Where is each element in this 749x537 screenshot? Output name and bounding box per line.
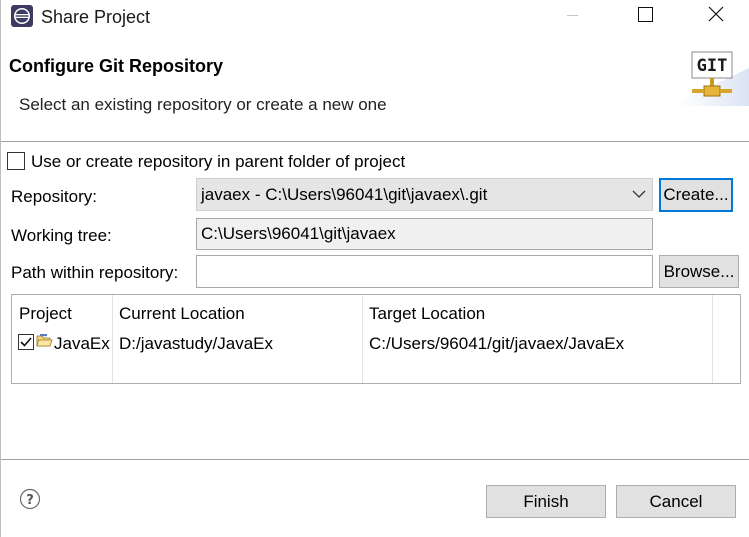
close-button[interactable] xyxy=(692,0,738,32)
browse-button[interactable]: Browse... xyxy=(659,255,739,288)
cell-project: JavaEx xyxy=(54,334,110,353)
page-description: Select an existing repository or create … xyxy=(19,95,387,114)
chevron-down-icon xyxy=(632,190,646,198)
cell-current-location: D:/javastudy/JavaEx xyxy=(119,334,274,353)
column-divider xyxy=(362,295,363,383)
project-table[interactable]: Project Current Location Target Location… xyxy=(11,294,741,384)
maximize-button[interactable] xyxy=(622,0,668,32)
svg-text:GIT: GIT xyxy=(697,56,728,76)
path-within-repository-input[interactable] xyxy=(196,255,653,288)
working-tree-field: C:\Users\96041\git\javaex xyxy=(196,218,653,250)
help-icon[interactable]: ? xyxy=(19,488,41,510)
share-project-dialog: Share Project Configure Git Repository S… xyxy=(0,0,749,537)
finish-button[interactable]: Finish xyxy=(486,485,606,518)
working-tree-value: C:\Users\96041\git\javaex xyxy=(201,224,396,243)
minimize-icon xyxy=(567,15,578,16)
column-header-project[interactable]: Project xyxy=(19,303,72,325)
working-tree-label: Working tree: xyxy=(11,226,112,245)
project-row-checkbox[interactable] xyxy=(18,334,34,350)
close-icon xyxy=(708,6,724,22)
path-within-repository-label: Path within repository: xyxy=(11,263,179,282)
repository-select-value: javaex - C:\Users\96041\git\javaex\.git xyxy=(201,185,488,204)
title-bar: Share Project xyxy=(0,0,749,32)
eclipse-icon xyxy=(11,5,33,27)
page-title: Configure Git Repository xyxy=(9,56,224,76)
dialog-body: Use or create repository in parent folde… xyxy=(0,142,749,460)
minimize-button[interactable] xyxy=(553,0,599,32)
svg-text:?: ? xyxy=(26,493,34,508)
parent-folder-checkbox-label[interactable]: Use or create repository in parent folde… xyxy=(31,151,405,173)
parent-folder-checkbox[interactable] xyxy=(7,152,25,170)
project-folder-icon xyxy=(36,334,53,347)
dialog-header: Configure Git Repository Select an exist… xyxy=(0,32,749,142)
footer-divider xyxy=(0,459,749,460)
column-divider xyxy=(712,295,713,383)
window-title: Share Project xyxy=(41,7,151,27)
create-button[interactable]: Create... xyxy=(659,178,733,212)
cancel-button[interactable]: Cancel xyxy=(616,485,736,518)
repository-select[interactable]: javaex - C:\Users\96041\git\javaex\.git xyxy=(196,178,653,211)
maximize-icon xyxy=(638,7,653,22)
column-header-current-location[interactable]: Current Location xyxy=(119,303,245,325)
git-logo-icon: GIT xyxy=(678,51,749,106)
column-header-target-location[interactable]: Target Location xyxy=(369,303,485,325)
window-border xyxy=(0,0,1,537)
cell-target-location: C:/Users/96041/git/javaex/JavaEx xyxy=(369,334,625,353)
repository-label: Repository: xyxy=(11,187,97,206)
column-divider xyxy=(112,295,113,383)
